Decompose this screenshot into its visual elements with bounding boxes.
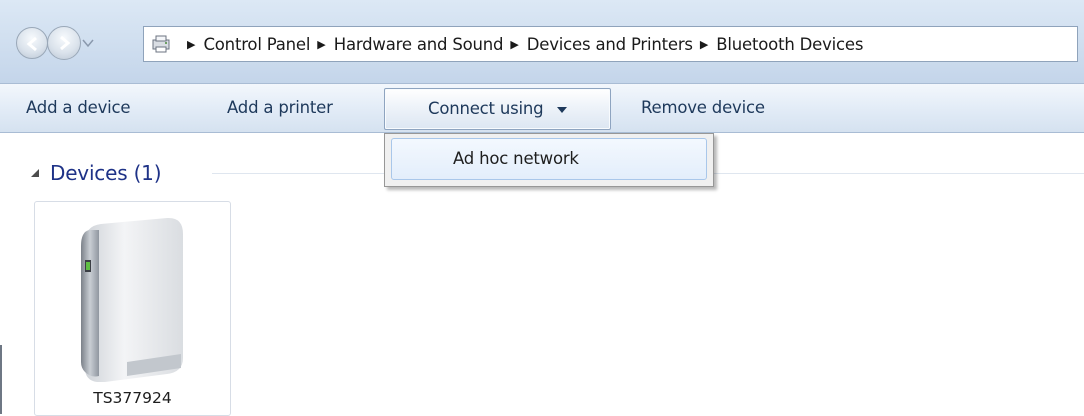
back-arrow-icon [26,36,37,52]
dropdown-caret-icon [556,106,567,113]
collapse-group-icon[interactable] [30,168,40,178]
breadcrumb-arrow-icon[interactable]: ▶ [510,38,518,51]
breadcrumb-arrow-icon[interactable]: ▶ [700,38,708,51]
add-printer-button[interactable]: Add a printer [227,92,333,124]
connect-using-label: Connect using [428,99,544,118]
router-icon [81,217,183,382]
command-bar: Add a device Add a printer Connect using… [0,83,1084,133]
devices-group-header[interactable]: Devices (1) [30,158,162,188]
breadcrumb-arrow-icon[interactable]: ▶ [187,38,195,51]
breadcrumb-devices-and-printers[interactable]: Devices and Printers [527,35,693,54]
add-device-button[interactable]: Add a device [26,92,131,124]
address-field[interactable]: ▶ Control Panel ▶ Hardware and Sound ▶ D… [143,26,1078,62]
connect-using-button[interactable]: Connect using [384,88,611,130]
remove-device-button[interactable]: Remove device [641,92,765,124]
address-bar: ▶ Control Panel ▶ Hardware and Sound ▶ D… [0,0,1084,83]
breadcrumb: ▶ Control Panel ▶ Hardware and Sound ▶ D… [180,27,863,61]
connect-using-menu: Ad hoc network [384,133,714,187]
device-tile[interactable]: TS377924 [34,201,231,416]
recent-pages-chevron-icon[interactable] [82,38,94,48]
forward-button[interactable] [47,26,81,60]
device-name: TS377924 [93,389,172,407]
breadcrumb-bluetooth-devices[interactable]: Bluetooth Devices [716,35,863,54]
devices-and-printers-icon [152,35,170,53]
devices-group-label: Devices (1) [50,161,162,185]
breadcrumb-hardware-and-sound[interactable]: Hardware and Sound [334,35,504,54]
forward-arrow-icon [60,35,71,51]
breadcrumb-arrow-icon[interactable]: ▶ [317,38,325,51]
breadcrumb-control-panel[interactable]: Control Panel [203,35,310,54]
menu-item-ad-hoc-network[interactable]: Ad hoc network [391,138,707,180]
back-button[interactable] [16,27,48,59]
window-edge [0,345,2,414]
